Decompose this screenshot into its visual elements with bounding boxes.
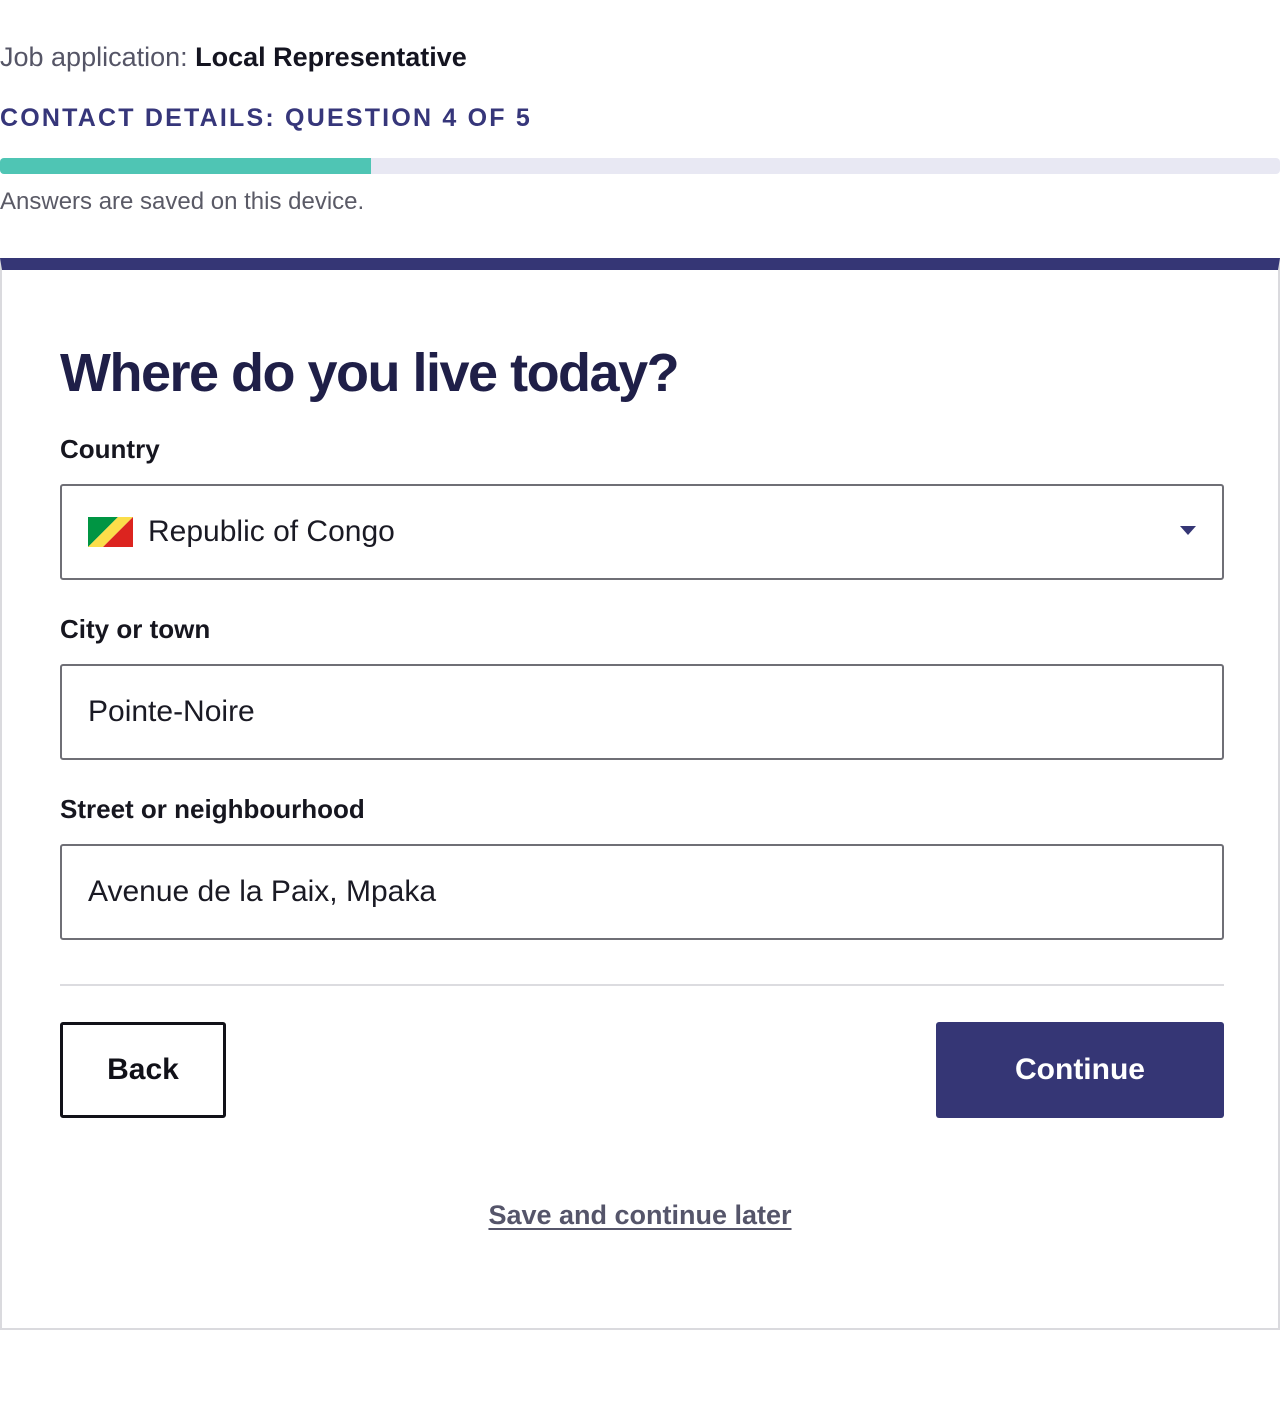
country-label: Country <box>60 434 160 464</box>
divider <box>60 984 1224 986</box>
country-select[interactable]: Republic of Congo <box>60 484 1224 580</box>
republic-of-congo-flag-icon <box>88 517 133 547</box>
job-title: Local Representative <box>195 42 467 72</box>
progress-bar-fill <box>0 158 372 174</box>
save-note: Answers are saved on this device. <box>0 188 365 215</box>
city-input-value: Pointe-Noire <box>88 695 255 728</box>
question-heading: Where do you live today? <box>60 343 680 403</box>
save-and-continue-later-link[interactable]: Save and continue later <box>2 1200 1278 1231</box>
progress-bar <box>0 158 1280 174</box>
step-label: CONTACT DETAILS: QUESTION 4 OF 5 <box>0 104 532 132</box>
street-label: Street or neighbourhood <box>60 794 365 824</box>
back-button[interactable]: Back <box>60 1022 226 1118</box>
street-input[interactable]: Avenue de la Paix, Mpaka <box>60 844 1224 940</box>
chevron-down-icon[interactable] <box>1180 526 1196 535</box>
continue-button[interactable]: Continue <box>936 1022 1224 1118</box>
city-input[interactable]: Pointe-Noire <box>60 664 1224 760</box>
application-title-prefix: Job application: <box>0 42 196 72</box>
city-label: City or town <box>60 614 211 644</box>
country-select-value: Republic of Congo <box>148 515 395 548</box>
application-title: Job application: Local Representative <box>0 42 467 73</box>
question-card: Where do you live today? Country Republi… <box>0 258 1280 1330</box>
street-input-value: Avenue de la Paix, Mpaka <box>88 875 437 908</box>
